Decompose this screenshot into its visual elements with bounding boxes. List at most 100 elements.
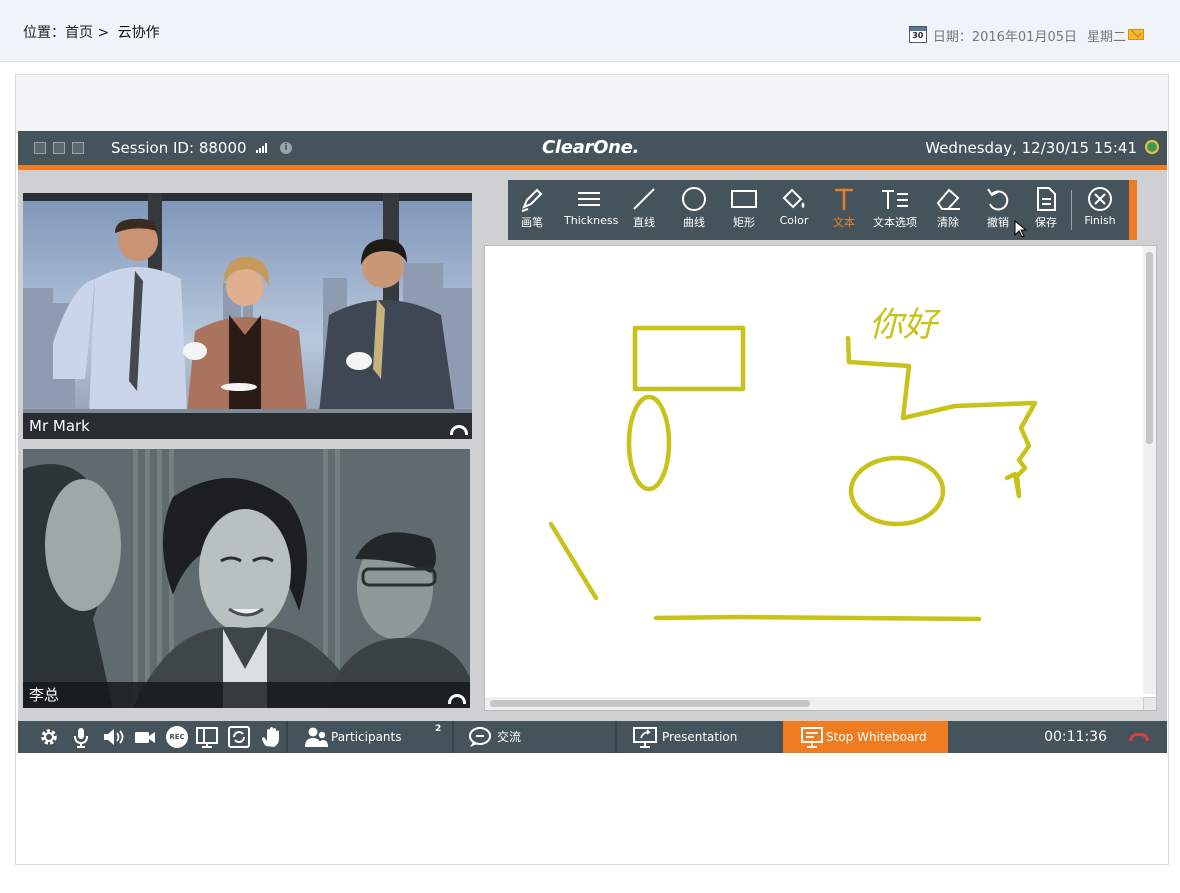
pen-icon	[521, 188, 543, 212]
tab-participants[interactable]: Participants	[288, 721, 446, 753]
speaker-icon[interactable]	[102, 726, 124, 748]
tool-label: Thickness	[564, 214, 619, 227]
tool-label: Color	[779, 214, 809, 227]
video-tile[interactable]: 李总	[23, 449, 470, 708]
thickness-icon	[578, 192, 600, 206]
line-icon	[633, 188, 655, 210]
control-bar: REC Participants 2 交流 Presentation Stop …	[18, 721, 1167, 753]
stop-whiteboard-label: Stop Whiteboard	[826, 730, 927, 744]
record-icon[interactable]: REC	[166, 726, 188, 748]
maximize-window-icon[interactable]	[72, 142, 84, 154]
save-icon	[1037, 187, 1056, 211]
rectangle-icon	[731, 190, 757, 208]
participant-name: 李总	[23, 682, 470, 708]
info-icon[interactable]: i	[280, 142, 292, 154]
panel-header	[16, 75, 1168, 133]
switch-icon[interactable]	[228, 726, 250, 748]
finish-icon	[1088, 187, 1112, 211]
date-label: 日期：2016年01月05日	[932, 30, 1077, 45]
drawn-horizontal-line	[653, 614, 982, 622]
weekday-label: 星期二	[1086, 30, 1126, 45]
layout-icon[interactable]	[196, 726, 218, 748]
presentation-icon	[633, 727, 657, 748]
tool-save[interactable]: 保存	[1022, 186, 1070, 236]
brand-logo: ClearOne.	[542, 137, 640, 158]
participants-label: Participants	[331, 730, 402, 744]
drawn-circle	[848, 455, 946, 527]
camera-icon[interactable]	[134, 726, 156, 748]
drawn-rectangle	[632, 325, 746, 392]
minimize-window-icon[interactable]	[53, 142, 65, 154]
settings-icon[interactable]	[38, 726, 60, 748]
undo-icon	[987, 188, 1009, 211]
tool-label: 保存	[1035, 216, 1057, 229]
date-info: 30 日期：2016年01月05日 星期二	[908, 26, 1126, 45]
participants-icon	[305, 727, 328, 747]
breadcrumb-current[interactable]: 云协作	[118, 25, 160, 41]
globe-icon	[1145, 140, 1159, 154]
finish-button[interactable]: Finish	[1074, 186, 1126, 236]
tool-label: Finish	[1084, 214, 1116, 227]
video-tile[interactable]: Mr Mark	[23, 193, 472, 439]
handwritten-text: 你好	[869, 305, 941, 345]
eraser-icon	[936, 188, 960, 210]
end-call-icon[interactable]	[1129, 733, 1149, 741]
mouse-cursor-icon	[1014, 220, 1028, 238]
raise-hand-icon[interactable]	[260, 726, 282, 748]
accent-stripe	[18, 165, 1167, 170]
stop-whiteboard-button[interactable]: Stop Whiteboard	[783, 721, 948, 753]
session-id: 88000	[198, 139, 247, 157]
breadcrumb-prefix: 位置：首页 >	[23, 25, 110, 41]
tool-label: 清除	[937, 216, 959, 229]
tool-label: 矩形	[733, 216, 755, 229]
presentation-label: Presentation	[662, 730, 738, 744]
tool-pen[interactable]: 画笔	[508, 186, 556, 236]
drawn-freehand-path	[845, 335, 1038, 499]
toolbar-divider	[1071, 190, 1072, 230]
session-info: Session ID: 88000	[111, 139, 247, 157]
collaboration-app: Session ID: 88000 i ClearOne. Wednesday,…	[18, 131, 1167, 753]
paint-bucket-icon	[782, 188, 805, 209]
tool-label: 文本选项	[873, 216, 917, 229]
app-titlebar: Session ID: 88000 i ClearOne. Wednesday,…	[18, 131, 1167, 165]
tool-thickness[interactable]: Thickness	[564, 186, 619, 236]
mail-icon[interactable]	[1128, 29, 1144, 40]
tool-line[interactable]: 直线	[620, 186, 668, 236]
chat-label: 交流	[497, 730, 522, 744]
tool-text-options[interactable]: 文本选项	[868, 186, 922, 236]
tool-text[interactable]: 文本	[820, 186, 868, 236]
whiteboard-canvas[interactable]: 你好	[484, 245, 1157, 711]
drawn-ellipse	[626, 394, 672, 492]
tool-curve[interactable]: 曲线	[670, 186, 718, 236]
app-datetime: Wednesday, 12/30/15 15:41	[925, 139, 1137, 157]
microphone-icon[interactable]	[70, 726, 92, 748]
whiteboard-icon	[801, 727, 823, 748]
tool-label: 文本	[833, 216, 855, 229]
scrollbar-corner	[1143, 697, 1156, 710]
participant-name: Mr Mark	[23, 413, 472, 439]
tool-label: 曲线	[683, 216, 705, 229]
close-window-icon[interactable]	[34, 142, 46, 154]
toolbar-accent-edge	[1129, 180, 1137, 240]
tab-presentation[interactable]: Presentation	[617, 721, 782, 753]
horizontal-scrollbar[interactable]	[485, 697, 1145, 710]
participants-count-badge: 2	[435, 724, 442, 734]
chat-icon	[469, 727, 491, 747]
tool-label: 画笔	[521, 216, 543, 229]
vertical-scrollbar[interactable]	[1143, 246, 1156, 694]
text-options-icon	[882, 190, 908, 209]
tab-chat[interactable]: 交流	[454, 721, 614, 753]
whiteboard-drawings: 你好	[548, 305, 1038, 622]
calendar-icon: 30	[908, 26, 927, 43]
tool-eraser[interactable]: 清除	[924, 186, 972, 236]
whiteboard-toolbar: 画笔 Thickness 直线 曲线 矩形 Color 文本 文本选项 清除 撤…	[508, 180, 1129, 240]
text-icon	[835, 188, 853, 210]
breadcrumb: 位置：首页 > 云协作	[23, 22, 164, 42]
session-label: Session ID:	[111, 139, 195, 157]
page-header: 位置：首页 > 云协作 30 日期：2016年01月05日 星期二	[0, 0, 1180, 62]
tool-rectangle[interactable]: 矩形	[720, 186, 768, 236]
video-feed-image	[23, 449, 470, 708]
signal-strength-icon	[256, 143, 269, 153]
circle-icon	[682, 187, 706, 211]
tool-color[interactable]: Color	[770, 186, 818, 236]
